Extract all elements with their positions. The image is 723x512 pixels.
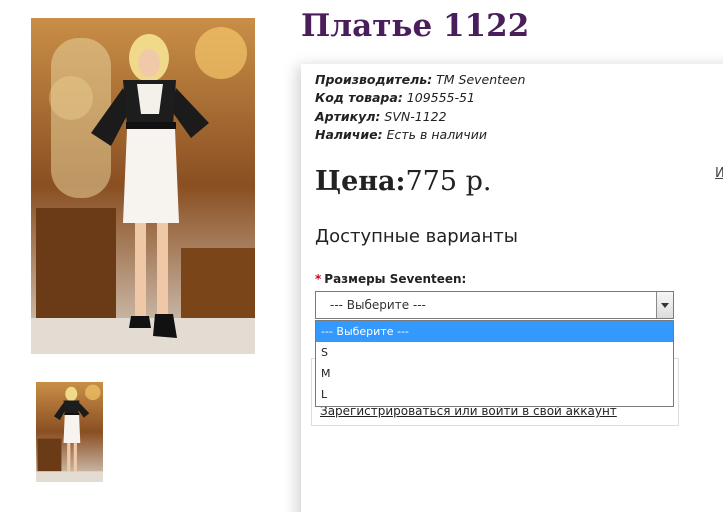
price-label: Цена: [315, 166, 406, 197]
size-label: * Размеры Seventeen: [315, 272, 466, 286]
spec-availability: Наличие: Есть в наличии [315, 126, 525, 144]
spec-label: Код товара: [315, 90, 403, 106]
spec-article: Артикул: SVN-1122 [315, 108, 525, 126]
dropdown-option[interactable]: M [316, 363, 673, 384]
dropdown-option[interactable]: L [316, 384, 673, 405]
spec-value: TM Seventeen [436, 72, 526, 87]
price-value: 775 р. [405, 166, 492, 197]
product-specs: Производитель: TM Seventeen Код товара: … [315, 71, 525, 144]
spec-manufacturer: Производитель: TM Seventeen [315, 71, 525, 89]
spec-label: Наличие: [315, 126, 383, 142]
product-main-image[interactable] [31, 18, 255, 354]
product-title: Платье 1122 [301, 8, 530, 44]
spec-value: Есть в наличии [386, 126, 487, 142]
dropdown-option[interactable]: --- Выберите --- [316, 321, 673, 342]
product-page: Платье 1122 Производитель: TM Seventeen … [0, 0, 723, 512]
size-select[interactable]: --- Выберите --- [315, 291, 674, 319]
product-price: Цена:775 р. [315, 166, 491, 197]
required-mark: * [315, 272, 322, 286]
chevron-down-icon[interactable] [656, 292, 673, 318]
product-info-panel: Производитель: TM Seventeen Код товара: … [301, 64, 723, 512]
spec-label: Артикул: [315, 108, 381, 124]
size-label-text: Размеры Seventeen: [324, 272, 467, 286]
size-dropdown-list: --- Выберите --- S M L [315, 320, 674, 407]
spec-product-code: Код товара: 109555-51 [315, 89, 525, 107]
spec-label: Производитель: [315, 72, 433, 87]
product-thumbnail[interactable] [36, 382, 103, 482]
side-link[interactable]: И [715, 166, 723, 181]
spec-value: SVN-1122 [384, 108, 447, 124]
size-select-value: --- Выберите --- [330, 298, 426, 312]
dropdown-option[interactable]: S [316, 342, 673, 363]
spec-value: 109555-51 [406, 90, 475, 106]
variants-heading: Доступные варианты [315, 226, 518, 247]
